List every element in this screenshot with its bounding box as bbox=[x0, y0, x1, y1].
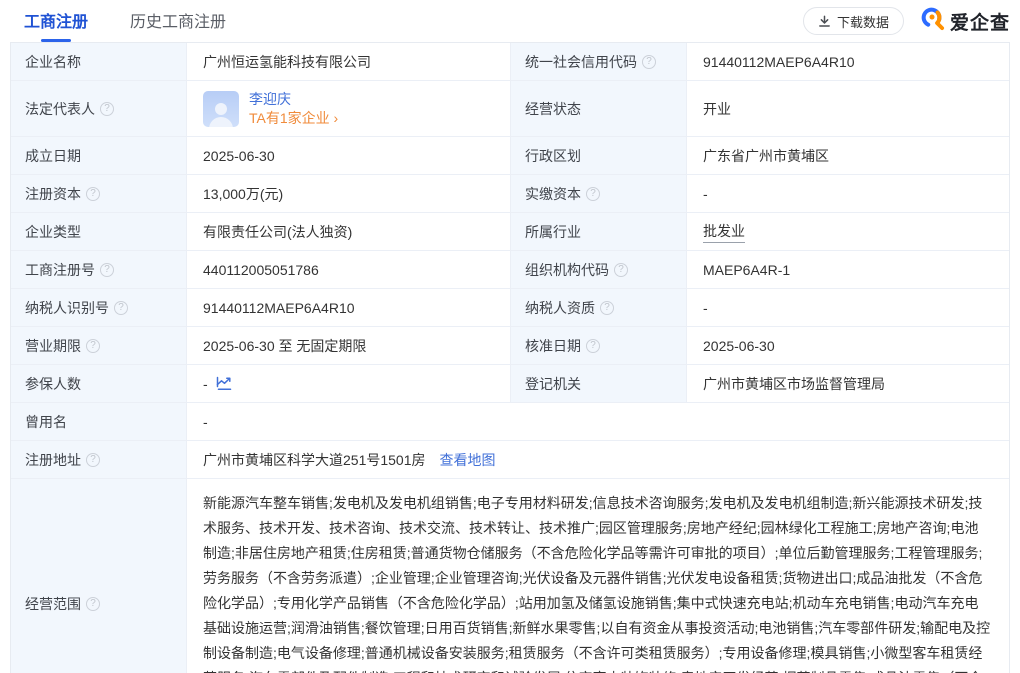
aiqicha-logo-text: 爱企查 bbox=[950, 8, 1010, 35]
field-label-taxpayer-qualification: 纳税人资质 bbox=[511, 289, 687, 326]
field-label-company-type: 企业类型 bbox=[11, 213, 187, 250]
table-row: 工商注册号 440112005051786 组织机构代码 MAEP6A4R-1 bbox=[11, 251, 1009, 289]
field-value-paid-capital: - bbox=[687, 175, 1009, 212]
field-value-business-term: 2025-06-30 至 无固定期限 bbox=[187, 327, 511, 364]
trend-chart-icon[interactable] bbox=[216, 376, 232, 391]
aiqicha-logo[interactable]: 爱企查 bbox=[920, 6, 1010, 36]
legal-rep-name-link[interactable]: 李迎庆 bbox=[249, 90, 338, 109]
field-label-org-code: 组织机构代码 bbox=[511, 251, 687, 288]
field-value-reg-number: 440112005051786 bbox=[187, 251, 511, 288]
help-icon[interactable] bbox=[86, 597, 100, 611]
field-value-former-name: - bbox=[187, 403, 1009, 440]
tab-business-registration[interactable]: 工商注册 bbox=[24, 0, 88, 44]
table-row: 参保人数 - 登记机关 广州市黄埔区市场监督管理局 bbox=[11, 365, 1009, 403]
help-icon[interactable] bbox=[100, 102, 114, 116]
field-value-status: 开业 bbox=[687, 81, 1009, 136]
field-value-reg-capital: 13,000万(元) bbox=[187, 175, 511, 212]
field-value-approval-date: 2025-06-30 bbox=[687, 327, 1009, 364]
field-label-industry: 所属行业 bbox=[511, 213, 687, 250]
tab-label: 历史工商注册 bbox=[130, 14, 226, 31]
table-row: 注册资本 13,000万(元) 实缴资本 - bbox=[11, 175, 1009, 213]
help-icon[interactable] bbox=[86, 187, 100, 201]
field-label-address: 注册地址 bbox=[11, 441, 187, 478]
help-icon[interactable] bbox=[586, 187, 600, 201]
table-row: 曾用名 - bbox=[11, 403, 1009, 441]
field-label-business-scope: 经营范围 bbox=[11, 479, 187, 673]
download-data-button[interactable]: 下载数据 bbox=[803, 7, 904, 35]
field-label-business-term: 营业期限 bbox=[11, 327, 187, 364]
table-row: 营业期限 2025-06-30 至 无固定期限 核准日期 2025-06-30 bbox=[11, 327, 1009, 365]
aiqicha-logo-icon bbox=[920, 6, 945, 36]
field-value-company-type: 有限责任公司(法人独资) bbox=[187, 213, 511, 250]
help-icon[interactable] bbox=[114, 301, 128, 315]
help-icon[interactable] bbox=[642, 55, 656, 69]
field-value-credit-code: 91440112MAEP6A4R10 bbox=[687, 43, 1009, 80]
field-label-legal-rep: 法定代表人 bbox=[11, 81, 187, 136]
field-value-company-name: 广州恒运氢能科技有限公司 bbox=[187, 43, 511, 80]
field-label-taxpayer-id: 纳税人识别号 bbox=[11, 289, 187, 326]
active-tab-underline bbox=[41, 39, 71, 42]
help-icon[interactable] bbox=[586, 339, 600, 353]
view-map-link[interactable]: 查看地图 bbox=[440, 450, 496, 470]
table-row: 成立日期 2025-06-30 行政区划 广东省广州市黄埔区 bbox=[11, 137, 1009, 175]
header-actions: 下载数据 爱企查 bbox=[803, 6, 1010, 36]
help-icon[interactable] bbox=[100, 263, 114, 277]
field-label-credit-code: 统一社会信用代码 bbox=[511, 43, 687, 80]
table-row: 经营范围 新能源汽车整车销售;发电机及发电机组销售;电子专用材料研发;信息技术咨… bbox=[11, 479, 1009, 673]
table-row: 企业名称 广州恒运氢能科技有限公司 统一社会信用代码 91440112MAEP6… bbox=[11, 43, 1009, 81]
field-value-legal-rep: 李迎庆 TA有1家企业 bbox=[187, 81, 511, 136]
field-value-address: 广州市黄埔区科学大道251号1501房 查看地图 bbox=[187, 441, 1009, 478]
field-label-region: 行政区划 bbox=[511, 137, 687, 174]
download-label: 下载数据 bbox=[837, 12, 889, 31]
table-row: 纳税人识别号 91440112MAEP6A4R10 纳税人资质 - bbox=[11, 289, 1009, 327]
field-value-org-code: MAEP6A4R-1 bbox=[687, 251, 1009, 288]
field-label-former-name: 曾用名 bbox=[11, 403, 187, 440]
legal-rep-avatar[interactable] bbox=[203, 91, 239, 127]
field-value-region: 广东省广州市黄埔区 bbox=[687, 137, 1009, 174]
field-label-company-name: 企业名称 bbox=[11, 43, 187, 80]
table-row: 注册地址 广州市黄埔区科学大道251号1501房 查看地图 bbox=[11, 441, 1009, 479]
field-label-status: 经营状态 bbox=[511, 81, 687, 136]
field-label-paid-capital: 实缴资本 bbox=[511, 175, 687, 212]
field-label-reg-number: 工商注册号 bbox=[11, 251, 187, 288]
tab-history-registration[interactable]: 历史工商注册 bbox=[130, 0, 226, 44]
chevron-right-icon bbox=[330, 110, 339, 126]
table-row: 企业类型 有限责任公司(法人独资) 所属行业 批发业 bbox=[11, 213, 1009, 251]
field-value-business-scope: 新能源汽车整车销售;发电机及发电机组销售;电子专用材料研发;信息技术咨询服务;发… bbox=[187, 479, 1009, 673]
field-value-registration-authority: 广州市黄埔区市场监督管理局 bbox=[687, 365, 1009, 402]
help-icon[interactable] bbox=[614, 263, 628, 277]
table-row: 法定代表人 李迎庆 TA有1家企业 经营状态 开业 bbox=[11, 81, 1009, 137]
field-value-taxpayer-id: 91440112MAEP6A4R10 bbox=[187, 289, 511, 326]
field-value-insured-count: - bbox=[187, 365, 511, 402]
help-icon[interactable] bbox=[86, 453, 100, 467]
industry-term[interactable]: 批发业 bbox=[703, 221, 745, 243]
tab-label: 工商注册 bbox=[24, 14, 88, 31]
field-value-industry: 批发业 bbox=[687, 213, 1009, 250]
download-icon bbox=[818, 15, 831, 28]
legal-rep-related-companies-link[interactable]: TA有1家企业 bbox=[249, 109, 338, 128]
field-label-established: 成立日期 bbox=[11, 137, 187, 174]
business-scope-text: 新能源汽车整车销售;发电机及发电机组销售;电子专用材料研发;信息技术咨询服务;发… bbox=[203, 495, 990, 673]
field-label-reg-capital: 注册资本 bbox=[11, 175, 187, 212]
help-icon[interactable] bbox=[86, 339, 100, 353]
field-label-insured-count: 参保人数 bbox=[11, 365, 187, 402]
help-icon[interactable] bbox=[600, 301, 614, 315]
field-label-approval-date: 核准日期 bbox=[511, 327, 687, 364]
page-header: 工商注册 历史工商注册 下载数据 爱企查 bbox=[0, 0, 1020, 42]
field-value-established: 2025-06-30 bbox=[187, 137, 511, 174]
field-label-registration-authority: 登记机关 bbox=[511, 365, 687, 402]
field-value-taxpayer-qualification: - bbox=[687, 289, 1009, 326]
business-registration-table: 企业名称 广州恒运氢能科技有限公司 统一社会信用代码 91440112MAEP6… bbox=[10, 42, 1010, 673]
